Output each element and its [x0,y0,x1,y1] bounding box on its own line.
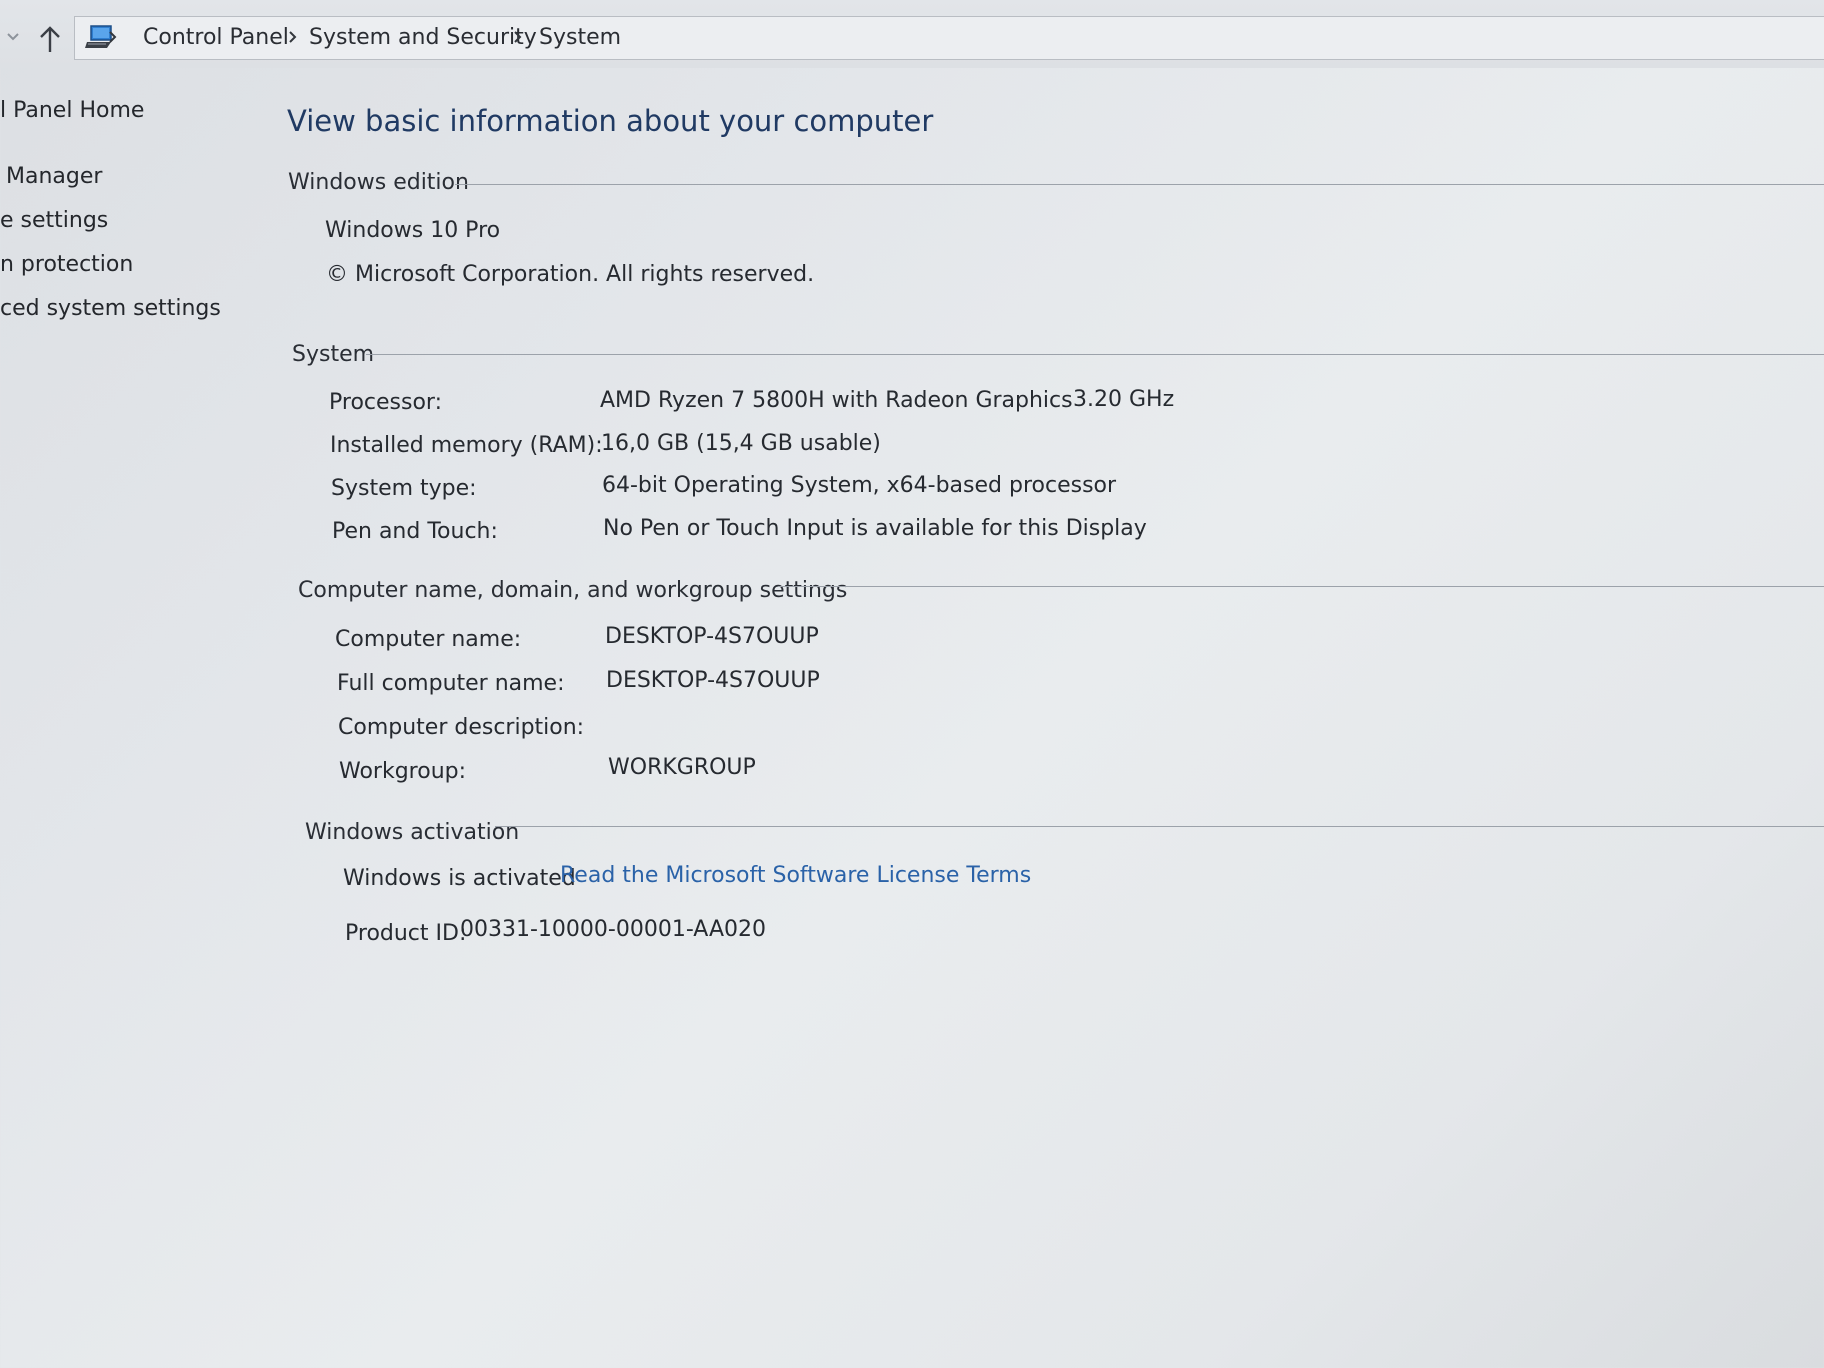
installed-memory-value: 16,0 GB (15,4 GB usable) [601,431,881,456]
section-heading-system: System [292,342,375,367]
system-type-value: 64-bit Operating System, x64-based proce… [602,473,1117,498]
processor-speed-value: 3.20 GHz [1073,387,1175,412]
computer-description-label: Computer description: [338,715,585,740]
section-divider [495,826,1824,827]
computer-name-label: Computer name: [335,627,522,652]
full-computer-name-label: Full computer name: [337,671,565,696]
workgroup-value: WORKGROUP [608,755,756,780]
pen-and-touch-label: Pen and Touch: [332,519,498,544]
page-title: View basic information about your comput… [287,104,934,138]
workgroup-label: Workgroup: [339,759,467,784]
windows-edition-name: Windows 10 Pro [325,218,501,243]
processor-value: AMD Ryzen 7 5800H with Radeon Graphics [600,388,1073,413]
system-type-label: System type: [331,476,477,501]
section-heading-windows-edition: Windows edition [288,170,469,195]
product-id-label: Product ID: [345,921,467,946]
processor-label: Processor: [329,390,442,415]
pen-and-touch-value: No Pen or Touch Input is available for t… [603,516,1147,541]
license-terms-link[interactable]: Read the Microsoft Software License Term… [560,863,1031,888]
full-computer-name-value: DESKTOP-4S7OUUP [606,668,820,693]
main-content: View basic information about your comput… [0,0,1824,1368]
section-heading-windows-activation: Windows activation [305,820,520,845]
product-id-value: 00331-10000-00001-AA020 [460,917,766,942]
section-divider [366,354,1824,355]
computer-name-value: DESKTOP-4S7OUUP [605,624,819,649]
section-divider [455,184,1824,185]
copyright-text: © Microsoft Corporation. All rights rese… [326,262,815,287]
activation-status: Windows is activated [343,866,576,891]
section-divider [778,586,1824,587]
section-heading-computer-name: Computer name, domain, and workgroup set… [298,578,848,603]
installed-memory-label: Installed memory (RAM): [330,433,603,458]
